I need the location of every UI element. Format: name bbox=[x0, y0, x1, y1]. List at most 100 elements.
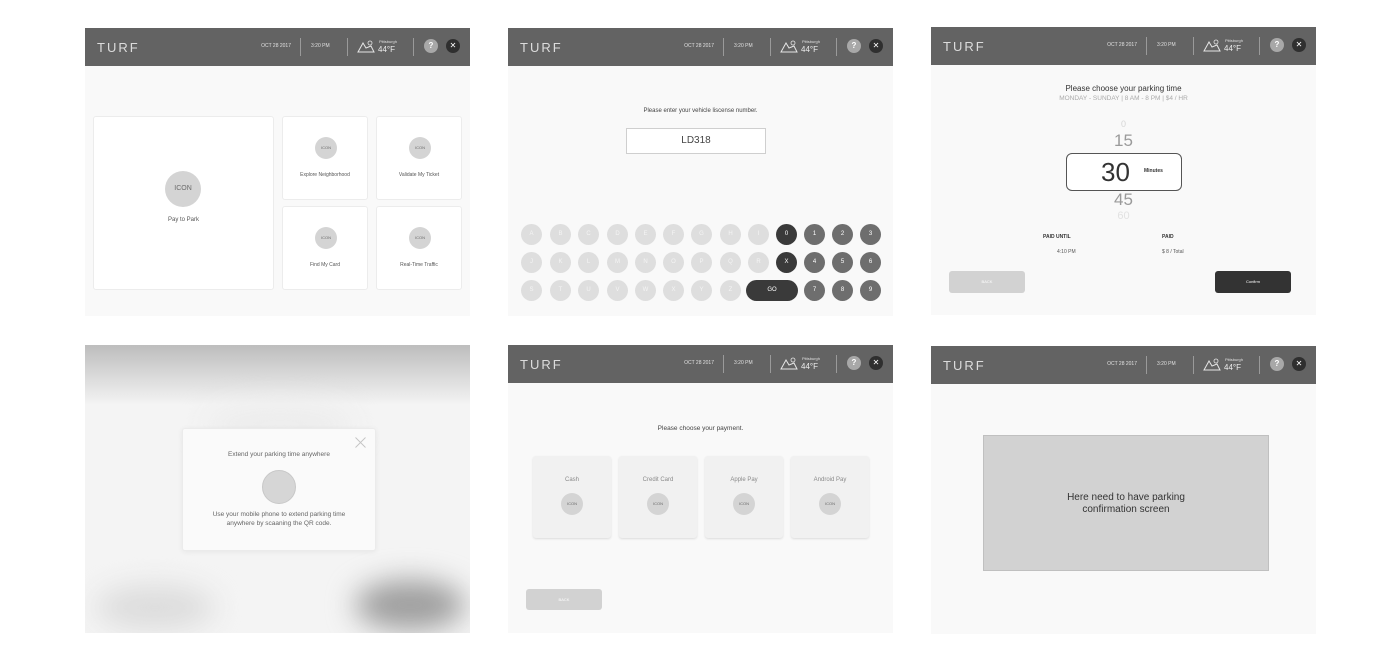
time-selector[interactable]: 30 Minutes bbox=[1066, 153, 1182, 191]
time-option-prev-2[interactable]: 0 bbox=[931, 119, 1316, 127]
help-button[interactable]: ? bbox=[1270, 38, 1284, 52]
divider bbox=[1259, 356, 1260, 374]
key-i[interactable]: I bbox=[748, 224, 769, 245]
back-button[interactable]: BACK bbox=[949, 271, 1025, 293]
key-o[interactable]: O bbox=[663, 252, 684, 273]
key-b[interactable]: B bbox=[550, 224, 571, 245]
close-button[interactable]: ✕ bbox=[446, 39, 460, 53]
header-bar: TURF OCT 28 2017 3:20 PM Pittsburgh 44°F… bbox=[931, 27, 1316, 65]
time-option-next-2[interactable]: 60 bbox=[931, 211, 1316, 221]
cash-label: Cash bbox=[564, 477, 579, 483]
key-3[interactable]: 3 bbox=[860, 224, 881, 245]
time-option-next[interactable]: 45 bbox=[931, 190, 1316, 210]
close-button[interactable]: ✕ bbox=[869, 39, 883, 53]
key-1[interactable]: 1 bbox=[804, 224, 825, 245]
confirmation-text-line2: confirmation screen bbox=[1082, 504, 1170, 515]
help-button[interactable]: ? bbox=[847, 39, 861, 53]
close-button[interactable]: ✕ bbox=[1292, 357, 1306, 371]
go-button[interactable]: GO bbox=[746, 280, 798, 301]
key-p[interactable]: P bbox=[691, 252, 712, 273]
key-d[interactable]: D bbox=[607, 224, 628, 245]
payment-option-apple-pay[interactable]: Apple Pay ICON bbox=[705, 456, 783, 538]
key-m[interactable]: M bbox=[607, 252, 628, 273]
key-q[interactable]: Q bbox=[720, 252, 741, 273]
key-u[interactable]: U bbox=[578, 280, 599, 301]
blurred-header bbox=[85, 345, 470, 405]
paid-value: $ 8 / Total bbox=[1162, 249, 1184, 255]
confirm-button[interactable]: Confirm bbox=[1215, 271, 1291, 293]
weather-city: Pittsburgh bbox=[379, 39, 398, 44]
explore-neighborhood-tile[interactable]: ICON Explore Neighborhood bbox=[282, 116, 368, 200]
weather-city: Pittsburgh bbox=[802, 39, 821, 44]
parking-time-screen: TURF OCT 28 2017 3:20 PM Pittsburgh 44°F… bbox=[931, 27, 1316, 315]
close-button[interactable]: ✕ bbox=[1292, 38, 1306, 52]
close-icon[interactable] bbox=[355, 437, 366, 448]
divider bbox=[1146, 356, 1147, 374]
pay-to-park-tile[interactable]: ICON Pay to Park bbox=[93, 116, 274, 290]
weather-city: Pittsburgh bbox=[1225, 38, 1244, 43]
key-g[interactable]: G bbox=[691, 224, 712, 245]
key-y[interactable]: Y bbox=[691, 280, 712, 301]
key-k[interactable]: K bbox=[550, 252, 571, 273]
header-time: 3:20 PM bbox=[1157, 361, 1176, 367]
key-6[interactable]: 6 bbox=[860, 252, 881, 273]
header-bar: TURF OCT 28 2017 3:20 PM Pittsburgh 44°F… bbox=[931, 346, 1316, 384]
selected-time-value: 30 bbox=[1101, 157, 1130, 187]
key-c[interactable]: C bbox=[578, 224, 599, 245]
key-z[interactable]: Z bbox=[720, 280, 741, 301]
help-button[interactable]: ? bbox=[1270, 357, 1284, 371]
header-time: 3:20 PM bbox=[1157, 42, 1176, 48]
key-a[interactable]: A bbox=[521, 224, 542, 245]
key-h[interactable]: H bbox=[720, 224, 741, 245]
key-0[interactable]: 0 bbox=[776, 224, 797, 245]
time-unit-label: Minutes bbox=[1144, 168, 1163, 174]
parking-hours-rate: MONDAY - SUNDAY | 8 AM - 8 PM | $4 / HR bbox=[1059, 95, 1188, 102]
divider bbox=[770, 355, 771, 373]
payment-option-credit-card[interactable]: Credit Card ICON bbox=[619, 456, 697, 538]
payment-option-android-pay[interactable]: Android Pay ICON bbox=[791, 456, 869, 538]
payment-option-cash[interactable]: Cash ICON bbox=[533, 456, 611, 538]
weather-temp: 44°F bbox=[1224, 363, 1241, 372]
header-date: OCT 28 2017 bbox=[684, 43, 714, 49]
divider bbox=[413, 38, 414, 56]
license-input[interactable]: LD318 bbox=[626, 128, 766, 154]
key-w[interactable]: W bbox=[635, 280, 656, 301]
key-l[interactable]: L bbox=[578, 252, 599, 273]
key-s[interactable]: S bbox=[521, 280, 542, 301]
key-5[interactable]: 5 bbox=[832, 252, 853, 273]
confirmation-text-line1: Here need to have parking bbox=[1067, 492, 1185, 503]
delete-key[interactable]: X bbox=[776, 252, 797, 273]
key-v[interactable]: V bbox=[607, 280, 628, 301]
validate-ticket-tile[interactable]: ICON Validate My Ticket bbox=[376, 116, 462, 200]
help-button[interactable]: ? bbox=[424, 39, 438, 53]
key-f[interactable]: F bbox=[663, 224, 684, 245]
apple-pay-label: Apple Pay bbox=[730, 477, 758, 483]
key-n[interactable]: N bbox=[635, 252, 656, 273]
key-4[interactable]: 4 bbox=[804, 252, 825, 273]
close-button[interactable]: ✕ bbox=[869, 356, 883, 370]
real-time-traffic-tile[interactable]: ICON Real-Time Traffic bbox=[376, 206, 462, 290]
extend-body-line1: Use your mobile phone to extend parking … bbox=[212, 511, 346, 518]
key-7[interactable]: 7 bbox=[804, 280, 825, 301]
key-e[interactable]: E bbox=[635, 224, 656, 245]
credit-card-label: Credit Card bbox=[642, 477, 674, 483]
key-t[interactable]: T bbox=[550, 280, 571, 301]
extend-modal: Extend your parking time anywhere Use yo… bbox=[182, 428, 376, 551]
payment-prompt: Please choose your payment. bbox=[657, 425, 744, 432]
divider bbox=[723, 355, 724, 373]
help-button[interactable]: ? bbox=[847, 356, 861, 370]
key-r[interactable]: R bbox=[748, 252, 769, 273]
weather-temp: 44°F bbox=[1224, 44, 1241, 53]
key-j[interactable]: J bbox=[521, 252, 542, 273]
key-2[interactable]: 2 bbox=[832, 224, 853, 245]
android-pay-label: Android Pay bbox=[813, 477, 847, 483]
key-9[interactable]: 9 bbox=[860, 280, 881, 301]
key-x[interactable]: X bbox=[663, 280, 684, 301]
divider bbox=[1193, 37, 1194, 55]
find-my-card-tile[interactable]: ICON Find My Card bbox=[282, 206, 368, 290]
key-8[interactable]: 8 bbox=[832, 280, 853, 301]
back-button[interactable]: BACK bbox=[526, 589, 602, 610]
time-option-prev[interactable]: 15 bbox=[931, 131, 1316, 151]
blurred-confirm-button bbox=[355, 580, 465, 630]
apple-pay-icon: ICON bbox=[733, 493, 755, 515]
